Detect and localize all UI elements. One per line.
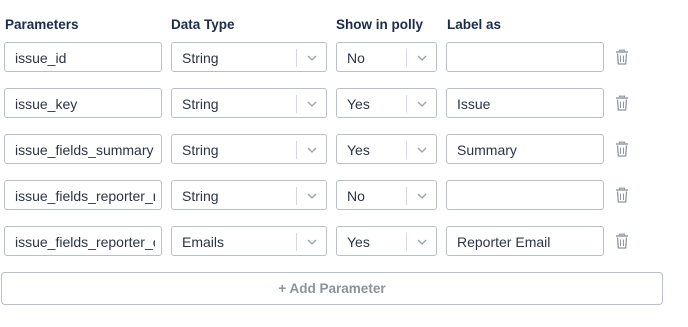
add-parameter-button[interactable]: + Add Parameter <box>1 272 663 305</box>
chevron-down-icon <box>302 43 322 73</box>
chevron-down-icon <box>302 181 322 211</box>
data-type-value: String <box>182 188 219 204</box>
parameter-row: issue_fields_reporter_e Emails Yes Repor… <box>0 226 688 260</box>
parameter-row: issue_fields_reporter_n String No <box>0 180 688 214</box>
label-as-input[interactable]: Reporter Email <box>446 226 604 256</box>
label-as-value: Issue <box>457 96 491 112</box>
parameter-name-value: issue_fields_summary <box>15 142 154 158</box>
data-type-select[interactable]: String <box>171 42 327 72</box>
parameter-name-value: issue_id <box>15 50 67 66</box>
parameter-name-input[interactable]: issue_id <box>4 42 162 72</box>
label-as-input[interactable] <box>446 42 604 72</box>
parameter-name-value: issue_key <box>15 96 78 112</box>
trash-icon[interactable] <box>614 48 630 66</box>
show-in-polly-select[interactable]: Yes <box>336 134 437 164</box>
label-as-value: Reporter Email <box>457 234 551 250</box>
chevron-down-icon <box>412 227 432 257</box>
label-as-input[interactable]: Issue <box>446 88 604 118</box>
data-type-select[interactable]: String <box>171 180 327 210</box>
show-in-polly-select[interactable]: No <box>336 42 437 72</box>
chevron-down-icon <box>412 181 432 211</box>
data-type-value: String <box>182 142 219 158</box>
trash-icon[interactable] <box>614 94 630 112</box>
label-as-input[interactable] <box>446 180 604 210</box>
data-type-value: Emails <box>182 234 225 250</box>
trash-icon[interactable] <box>614 232 630 250</box>
show-in-polly-value: Yes <box>347 142 370 158</box>
chevron-down-icon <box>412 135 432 165</box>
data-type-select[interactable]: String <box>171 134 327 164</box>
data-type-value: String <box>182 96 219 112</box>
header-label-as: Label as <box>447 17 502 32</box>
show-in-polly-value: Yes <box>347 96 370 112</box>
chevron-down-icon <box>412 89 432 119</box>
data-type-select[interactable]: Emails <box>171 226 327 256</box>
header-data-type: Data Type <box>171 17 235 32</box>
parameter-row: issue_id String No <box>0 42 688 76</box>
parameter-name-input[interactable]: issue_fields_reporter_e <box>4 226 162 256</box>
data-type-select[interactable]: String <box>171 88 327 118</box>
show-in-polly-select[interactable]: Yes <box>336 226 437 256</box>
chevron-down-icon <box>302 135 322 165</box>
parameter-name-value: issue_fields_reporter_e <box>15 234 155 250</box>
parameter-row: issue_fields_summary String Yes Summary <box>0 134 688 168</box>
parameter-name-input[interactable]: issue_fields_summary <box>4 134 162 164</box>
label-as-value: Summary <box>457 142 517 158</box>
parameter-row: issue_key String Yes Issue <box>0 88 688 122</box>
show-in-polly-select[interactable]: Yes <box>336 88 437 118</box>
show-in-polly-select[interactable]: No <box>336 180 437 210</box>
show-in-polly-value: No <box>347 50 365 66</box>
trash-icon[interactable] <box>614 140 630 158</box>
parameter-name-input[interactable]: issue_fields_reporter_n <box>4 180 162 210</box>
show-in-polly-value: Yes <box>347 234 370 250</box>
label-as-input[interactable]: Summary <box>446 134 604 164</box>
chevron-down-icon <box>302 89 322 119</box>
parameter-name-value: issue_fields_reporter_n <box>15 188 155 204</box>
header-parameters: Parameters <box>5 17 79 32</box>
data-type-value: String <box>182 50 219 66</box>
trash-icon[interactable] <box>614 186 630 204</box>
header-show-in-polly: Show in polly <box>336 17 423 32</box>
parameter-name-input[interactable]: issue_key <box>4 88 162 118</box>
chevron-down-icon <box>412 43 432 73</box>
show-in-polly-value: No <box>347 188 365 204</box>
chevron-down-icon <box>302 227 322 257</box>
